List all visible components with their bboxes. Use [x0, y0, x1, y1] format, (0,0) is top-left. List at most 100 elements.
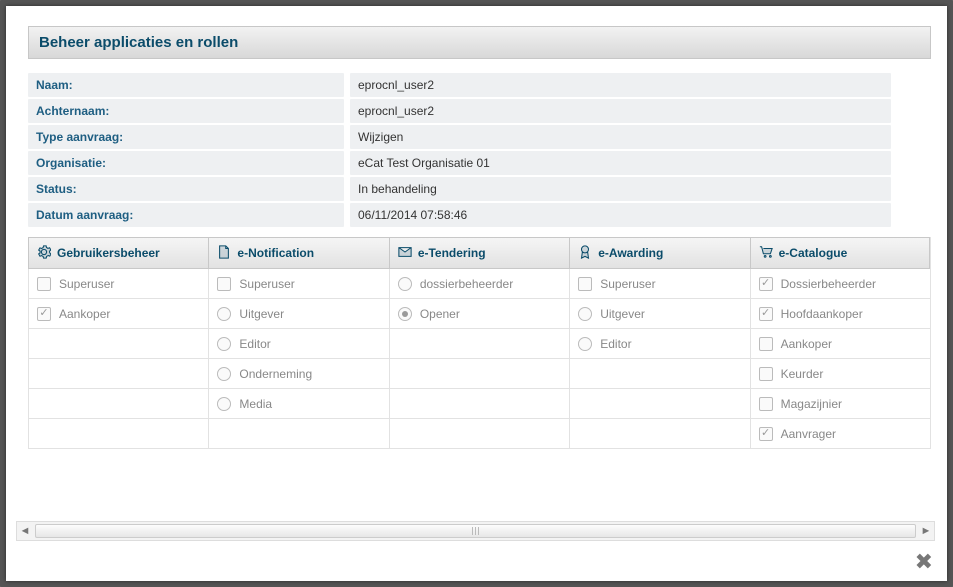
- checkbox[interactable]: [759, 337, 773, 351]
- modal-dialog: Beheer applicaties en rollen Naam:eprocn…: [0, 0, 953, 587]
- close-button[interactable]: ✖: [915, 551, 933, 573]
- role-cell: Uitgever: [569, 299, 749, 329]
- role-label: dossierbeheerder: [420, 277, 513, 291]
- scroll-thumb[interactable]: [35, 524, 916, 538]
- info-label: Type aanvraag:: [28, 125, 344, 149]
- column-header: e-Awarding: [569, 237, 749, 269]
- roles-column: e-Awarding Superuser Uitgever Editor: [569, 237, 749, 449]
- role-cell: Media: [208, 389, 388, 419]
- scroll-right-arrow-icon[interactable]: ►: [918, 523, 934, 539]
- role-label: Editor: [600, 337, 631, 351]
- info-row: Naam:eprocnl_user2: [28, 73, 891, 97]
- role-cell: [28, 389, 208, 419]
- radio[interactable]: [578, 307, 592, 321]
- role-cell: Keurder: [750, 359, 930, 389]
- info-value: Wijzigen: [350, 125, 891, 149]
- checkbox[interactable]: [759, 397, 773, 411]
- role-label: Media: [239, 397, 272, 411]
- column-header-label: e-Catalogue: [779, 246, 848, 260]
- role-label: Dossierbeheerder: [781, 277, 876, 291]
- column-header: e-Notification: [208, 237, 388, 269]
- checkbox[interactable]: [217, 277, 231, 291]
- info-value: 06/11/2014 07:58:46: [350, 203, 891, 227]
- scroll-track[interactable]: [33, 522, 918, 540]
- column-header-label: e-Tendering: [418, 246, 486, 260]
- info-row: Organisatie:eCat Test Organisatie 01: [28, 151, 891, 175]
- role-cell: Aankoper: [28, 299, 208, 329]
- horizontal-scrollbar[interactable]: ◄ ►: [16, 521, 935, 541]
- radio[interactable]: [398, 277, 412, 291]
- role-cell: [389, 419, 569, 449]
- role-cell: Aankoper: [750, 329, 930, 359]
- dialog-title: Beheer applicaties en rollen: [39, 34, 920, 51]
- doc-icon: [217, 245, 231, 262]
- role-label: Onderneming: [239, 367, 312, 381]
- role-cell: Opener: [389, 299, 569, 329]
- roles-column: e-NotificationSuperuserUitgeverEditorOnd…: [208, 237, 388, 449]
- role-cell: Editor: [569, 329, 749, 359]
- checkbox[interactable]: [37, 307, 51, 321]
- role-cell: Superuser: [28, 269, 208, 299]
- title-bar: Beheer applicaties en rollen: [28, 26, 931, 59]
- role-label: Aanvrager: [781, 427, 836, 441]
- role-label: Magazijnier: [781, 397, 842, 411]
- checkbox[interactable]: [759, 307, 773, 321]
- role-cell: [28, 329, 208, 359]
- role-cell: dossierbeheerder: [389, 269, 569, 299]
- scroll-left-arrow-icon[interactable]: ◄: [17, 523, 33, 539]
- info-value: eCat Test Organisatie 01: [350, 151, 891, 175]
- radio[interactable]: [217, 307, 231, 321]
- column-header-label: Gebruikersbeheer: [57, 246, 160, 260]
- role-label: Opener: [420, 307, 460, 321]
- checkbox[interactable]: [759, 367, 773, 381]
- info-value: eprocnl_user2: [350, 99, 891, 123]
- role-cell: [569, 419, 749, 449]
- role-label: Aankoper: [781, 337, 832, 351]
- radio[interactable]: [398, 307, 412, 321]
- role-cell: [28, 419, 208, 449]
- mail-icon: [398, 245, 412, 262]
- info-label: Naam:: [28, 73, 344, 97]
- role-cell: [28, 359, 208, 389]
- role-cell: Uitgever: [208, 299, 388, 329]
- role-cell: Editor: [208, 329, 388, 359]
- info-label: Organisatie:: [28, 151, 344, 175]
- checkbox[interactable]: [759, 427, 773, 441]
- role-cell: Superuser: [569, 269, 749, 299]
- checkbox[interactable]: [759, 277, 773, 291]
- modal-body: Beheer applicaties en rollen Naam:eprocn…: [6, 6, 947, 581]
- info-label: Status:: [28, 177, 344, 201]
- role-cell: Hoofdaankoper: [750, 299, 930, 329]
- content-area: Beheer applicaties en rollen Naam:eprocn…: [6, 6, 947, 469]
- info-value: In behandeling: [350, 177, 891, 201]
- checkbox[interactable]: [578, 277, 592, 291]
- role-cell: Aanvrager: [750, 419, 930, 449]
- info-row: Achternaam:eprocnl_user2: [28, 99, 891, 123]
- role-label: Uitgever: [600, 307, 645, 321]
- radio[interactable]: [217, 367, 231, 381]
- info-value: eprocnl_user2: [350, 73, 891, 97]
- role-cell: Magazijnier: [750, 389, 930, 419]
- checkbox[interactable]: [37, 277, 51, 291]
- role-cell: Dossierbeheerder: [750, 269, 930, 299]
- role-cell: Onderneming: [208, 359, 388, 389]
- role-cell: [389, 329, 569, 359]
- radio[interactable]: [217, 337, 231, 351]
- cart-icon: [759, 245, 773, 262]
- role-label: Hoofdaankoper: [781, 307, 863, 321]
- radio[interactable]: [217, 397, 231, 411]
- info-row: Datum aanvraag:06/11/2014 07:58:46: [28, 203, 891, 227]
- role-label: Uitgever: [239, 307, 284, 321]
- column-header: e-Catalogue: [750, 237, 930, 269]
- column-header: Gebruikersbeheer: [28, 237, 208, 269]
- role-cell: [389, 359, 569, 389]
- roles-table: Gebruikersbeheer Superuser Aankoper e-Noti…: [28, 237, 931, 449]
- role-label: Superuser: [600, 277, 655, 291]
- column-header-label: e-Awarding: [598, 246, 663, 260]
- role-label: Superuser: [59, 277, 114, 291]
- info-label: Achternaam:: [28, 99, 344, 123]
- radio[interactable]: [578, 337, 592, 351]
- info-table: Naam:eprocnl_user2Achternaam:eprocnl_use…: [28, 73, 891, 227]
- role-cell: [389, 389, 569, 419]
- column-header: e-Tendering: [389, 237, 569, 269]
